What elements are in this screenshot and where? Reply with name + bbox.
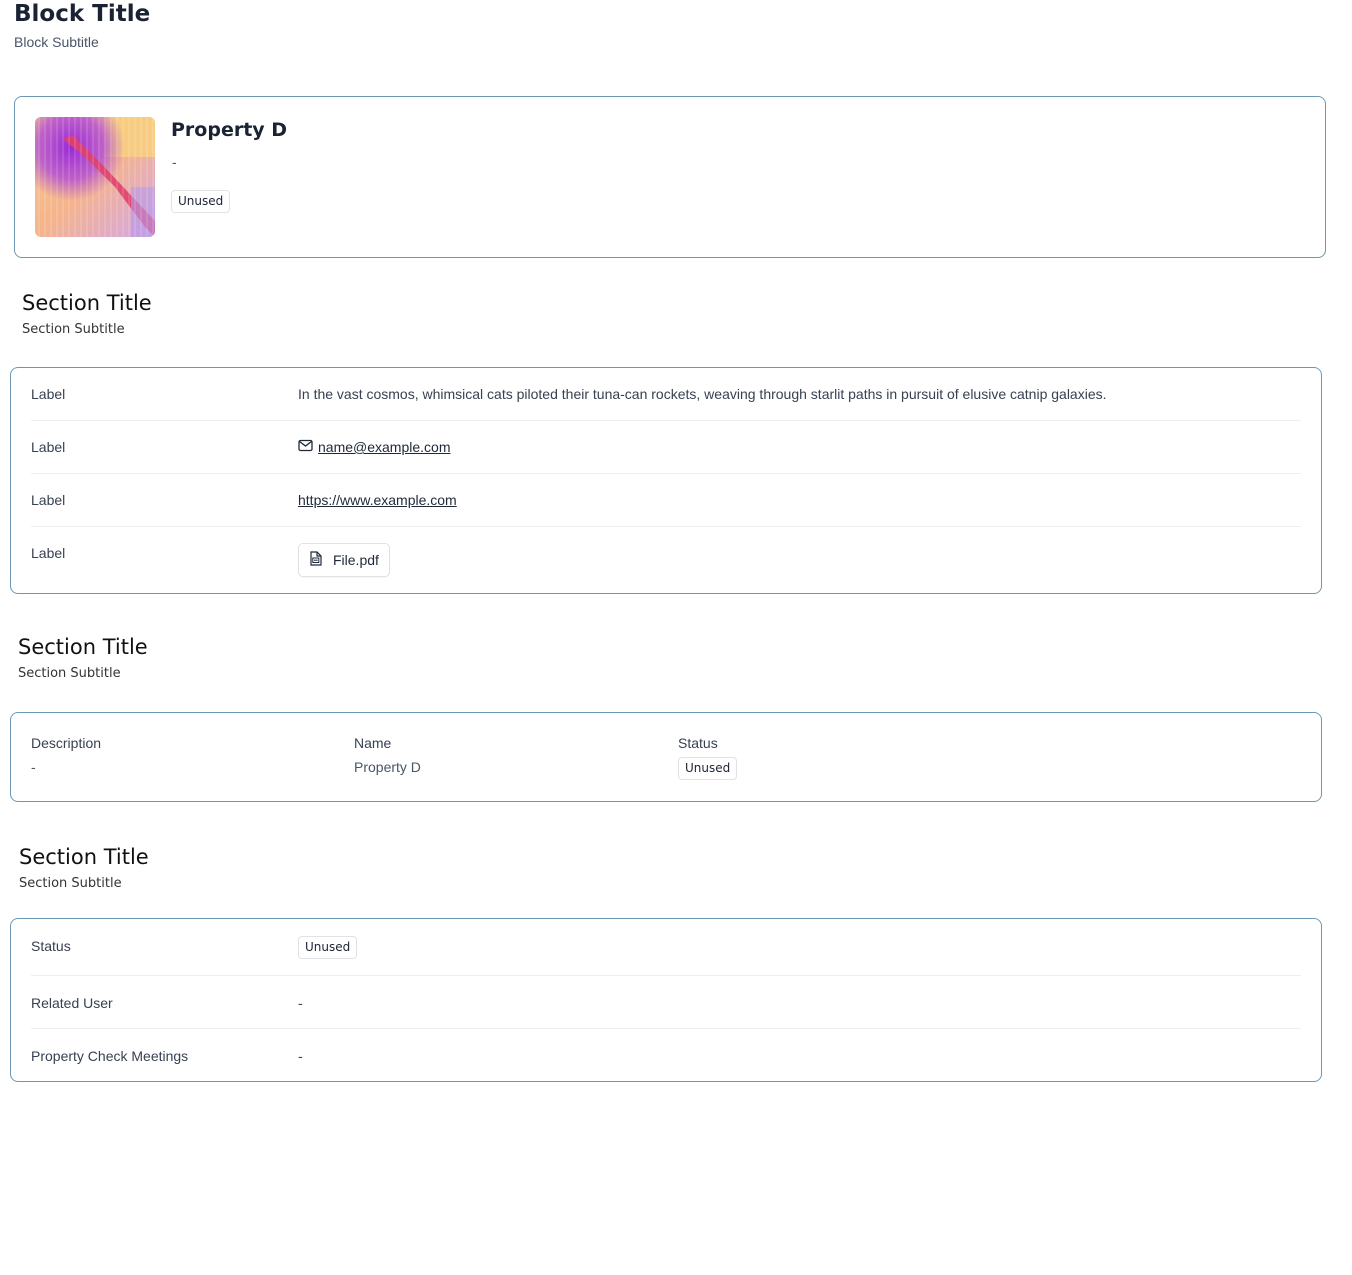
section-subtitle: Section Subtitle [22, 322, 125, 337]
field-value: Property D [354, 759, 421, 775]
detail-row: Label https://www.example.com [31, 474, 1301, 527]
section-header: Section Title Section Subtitle [22, 290, 152, 337]
row-label: Label [31, 545, 66, 561]
field-value: - [31, 759, 36, 775]
detail-grid-card: Description - Name Property D Status Unu… [10, 712, 1322, 802]
file-document-icon [309, 551, 323, 569]
section-subtitle: Section Subtitle [18, 666, 121, 681]
field-label: Name [354, 735, 392, 751]
detail-row: Label name@example.com [31, 421, 1301, 474]
status-badge: Unused [171, 190, 231, 213]
block-header: Block Title Block Subtitle [14, 0, 150, 50]
row-label: Status [31, 938, 71, 954]
email-link[interactable]: name@example.com [318, 439, 451, 455]
detail-row: Label File.pdf [31, 527, 1301, 593]
detail-row: Label In the vast cosmos, whimsical cats… [31, 368, 1301, 421]
section-title: Section Title [19, 845, 149, 869]
grid-field-name: Name Property D [354, 735, 421, 775]
section-title: Section Title [22, 291, 152, 315]
section-header: Section Title Section Subtitle [19, 844, 149, 891]
file-name: File.pdf [333, 552, 379, 568]
block-subtitle: Block Subtitle [14, 34, 99, 50]
row-value-email: name@example.com [298, 439, 451, 455]
detail-row: Related User - [31, 976, 1301, 1029]
status-badge: Unused [678, 757, 738, 780]
field-label: Status [678, 735, 718, 751]
file-attachment-button[interactable]: File.pdf [298, 543, 390, 577]
detail-list-card: Label In the vast cosmos, whimsical cats… [10, 367, 1322, 594]
property-summary-card: Property D - Unused [14, 96, 1326, 258]
row-label: Label [31, 386, 66, 402]
section-subtitle: Section Subtitle [19, 876, 122, 891]
detail-list-card: Status Unused Related User - Property Ch… [10, 918, 1322, 1082]
row-label: Label [31, 439, 66, 455]
row-label: Property Check Meetings [31, 1048, 189, 1064]
website-link[interactable]: https://www.example.com [298, 492, 457, 508]
section-header: Section Title Section Subtitle [18, 634, 148, 681]
grid-field-description: Description - [31, 735, 101, 775]
grid-field-status: Status Unused [678, 735, 738, 780]
block-title: Block Title [14, 1, 151, 27]
property-description: - [172, 154, 177, 170]
row-value-text: In the vast cosmos, whimsical cats pilot… [298, 386, 1107, 402]
field-label: Description [31, 735, 102, 751]
property-name: Property D [171, 119, 288, 141]
detail-row: Status Unused [31, 919, 1301, 976]
property-image [35, 117, 155, 237]
mail-icon [298, 439, 313, 455]
row-value-text: - [298, 995, 303, 1011]
detail-row: Property Check Meetings - [31, 1029, 1301, 1081]
row-value-text: - [298, 1048, 303, 1064]
row-label: Related User [31, 995, 113, 1011]
status-badge: Unused [298, 936, 358, 959]
section-title: Section Title [18, 635, 148, 659]
row-label: Label [31, 492, 66, 508]
